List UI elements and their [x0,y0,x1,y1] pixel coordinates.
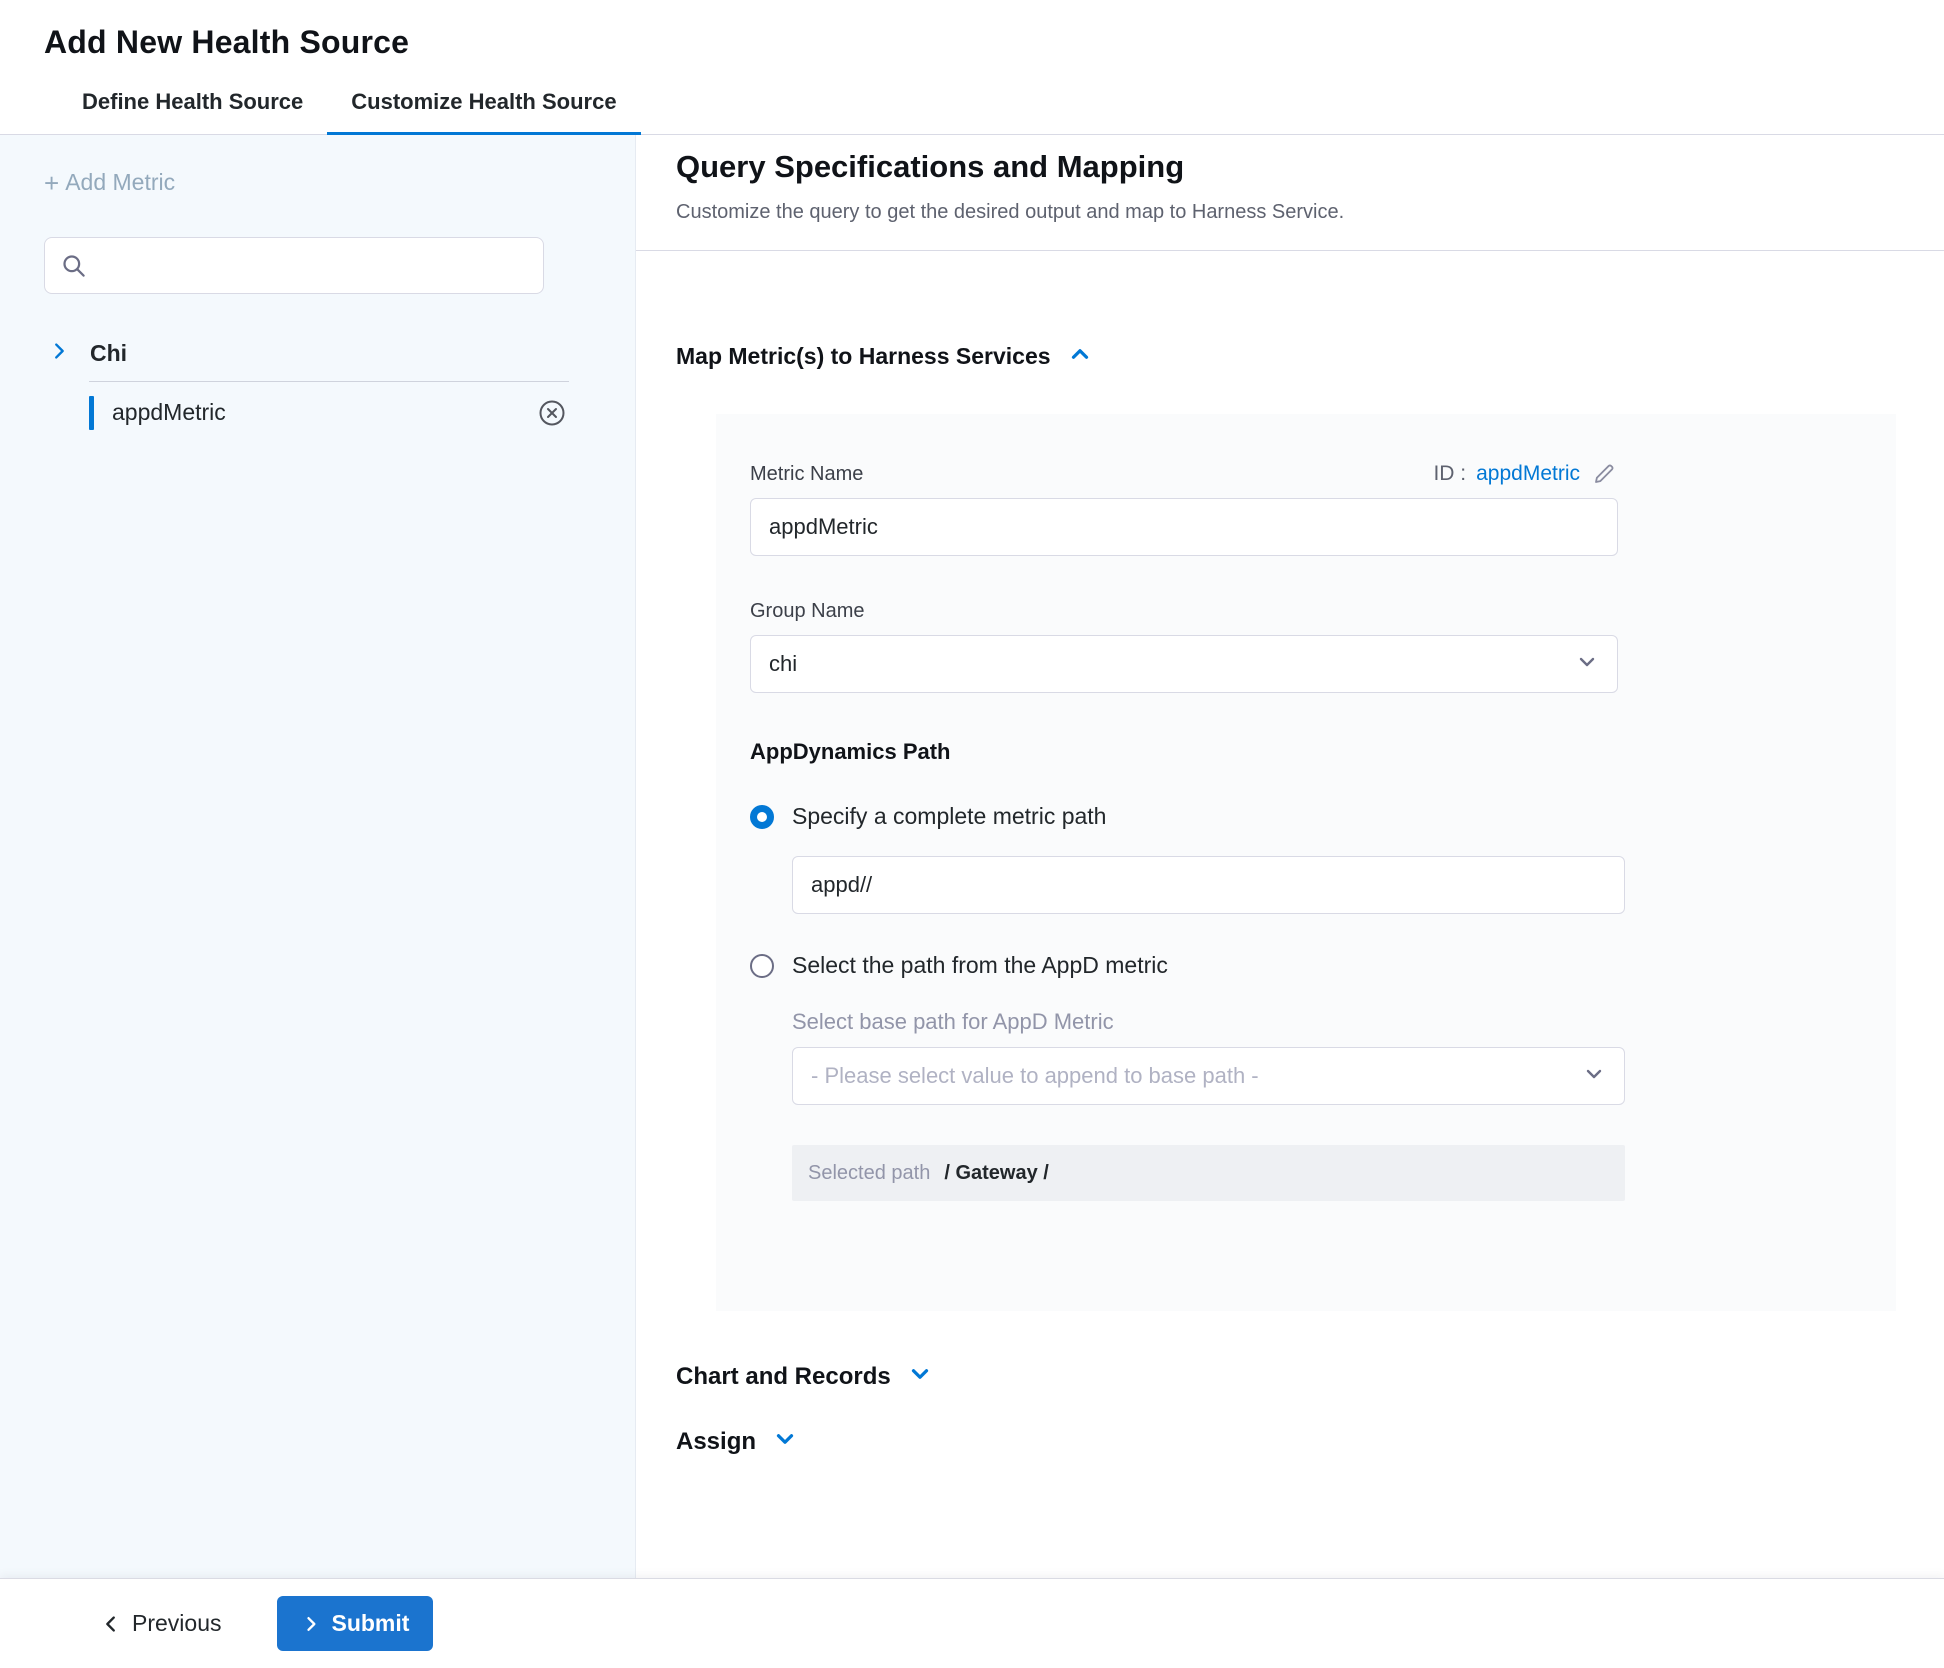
tab-define-health-source[interactable]: Define Health Source [58,73,327,135]
base-path-wrap: Select base path for AppD Metric - Pleas… [792,1009,1896,1201]
add-metric-button[interactable]: + Add Metric [44,169,175,196]
group-name-label: Group Name [750,600,1896,623]
metric-name-label: Metric Name [750,463,863,486]
selected-indicator [89,396,94,430]
metric-search [44,237,544,294]
assign-toggle[interactable]: Assign [676,1426,1896,1457]
chevron-left-icon [100,1613,122,1635]
chevron-down-icon[interactable] [772,1426,798,1457]
base-path-label: Select base path for AppD Metric [792,1009,1896,1035]
search-icon [60,252,87,284]
add-health-source-dialog: Add New Health Source Define Health Sour… [0,0,1944,1668]
radio-selected-icon[interactable] [750,805,774,829]
delete-metric-button[interactable] [535,396,569,430]
previous-button[interactable]: Previous [100,1610,221,1637]
chevron-down-icon[interactable] [907,1361,933,1392]
group-name-value: chi [769,651,797,677]
chevron-right-icon[interactable] [48,340,70,367]
submit-label: Submit [331,1610,409,1637]
map-metrics-section-title: Map Metric(s) to Harness Services [676,343,1051,370]
metric-group-row[interactable]: Chi [44,330,574,381]
metric-list-item-selected[interactable]: appdMetric [89,382,569,444]
base-path-placeholder: - Please select value to append to base … [811,1063,1259,1089]
id-value-link[interactable]: appdMetric [1476,462,1580,486]
plus-icon: + [44,172,59,194]
tab-customize-health-source[interactable]: Customize Health Source [327,73,640,135]
radio-unselected-icon[interactable] [750,954,774,978]
pencil-icon [1592,462,1616,486]
section-title: Query Specifications and Mapping [676,149,1896,185]
chevron-right-icon [301,1614,321,1634]
metric-group-label: Chi [90,340,127,367]
map-metrics-panel: Metric Name ID : appdMetric Gr [716,414,1896,1311]
chart-and-records-toggle[interactable]: Chart and Records [676,1361,1896,1392]
metric-search-input[interactable] [44,237,544,294]
assign-title: Assign [676,1428,756,1456]
selected-path-bar: Selected path / Gateway / [792,1145,1625,1201]
metric-name-row: Metric Name ID : appdMetric [750,460,1618,488]
selected-path-value: / Gateway / [944,1162,1049,1185]
appdynamics-path-title: AppDynamics Path [750,739,1896,765]
previous-label: Previous [132,1610,221,1637]
section-subtitle: Customize the query to get the desired o… [676,201,1896,224]
radio-select-appd-path[interactable]: Select the path from the AppD metric [750,952,1896,979]
radio-complete-label: Specify a complete metric path [792,803,1106,830]
metrics-sidebar: + Add Metric Chi [0,135,636,1578]
chevron-up-icon[interactable] [1067,341,1093,372]
metric-item-label: appdMetric [112,399,535,426]
group-name-select[interactable]: chi [750,635,1618,693]
remove-circle-icon [537,398,567,428]
complete-path-wrap [792,830,1896,914]
metric-id: ID : appdMetric [1433,460,1618,488]
dialog-footer: Previous Submit [0,1578,1944,1668]
main-body: Map Metric(s) to Harness Services Metric… [636,251,1944,1578]
map-metrics-section-toggle[interactable]: Map Metric(s) to Harness Services [676,341,1896,372]
edit-id-button[interactable] [1590,460,1618,488]
add-metric-label: Add Metric [65,169,175,196]
page-title: Add New Health Source [44,24,1944,61]
chevron-down-icon [1575,650,1599,679]
complete-metric-path-input[interactable] [792,856,1625,914]
metric-name-input[interactable] [750,498,1618,556]
main-panel: Query Specifications and Mapping Customi… [636,135,1944,1578]
dialog-header: Add New Health Source [0,0,1944,73]
content-area: + Add Metric Chi [0,135,1944,1578]
radio-select-label: Select the path from the AppD metric [792,952,1168,979]
selected-path-label: Selected path [808,1162,930,1185]
submit-button[interactable]: Submit [277,1596,433,1651]
radio-complete-metric-path[interactable]: Specify a complete metric path [750,803,1896,830]
id-prefix-label: ID : [1433,462,1466,486]
chart-and-records-title: Chart and Records [676,1363,891,1391]
base-path-select[interactable]: - Please select value to append to base … [792,1047,1625,1105]
main-header: Query Specifications and Mapping Customi… [636,135,1944,250]
metric-tree: Chi appdMetric [44,330,574,444]
tab-bar: Define Health Source Customize Health So… [0,73,1944,135]
chevron-down-icon [1582,1062,1606,1091]
